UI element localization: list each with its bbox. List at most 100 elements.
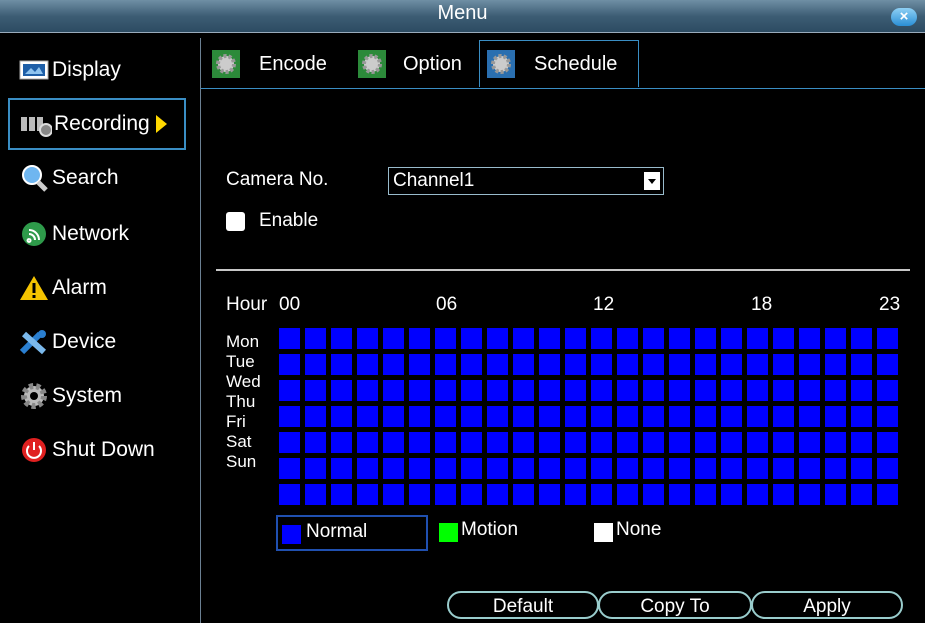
schedule-cell[interactable] [565, 432, 586, 453]
schedule-cell[interactable] [643, 328, 664, 349]
schedule-cell[interactable] [773, 406, 794, 427]
schedule-cell[interactable] [279, 484, 300, 505]
copy-to-button[interactable]: Copy To [598, 591, 752, 619]
camera-select[interactable]: Channel1 [388, 167, 664, 195]
schedule-cell[interactable] [591, 432, 612, 453]
schedule-cell[interactable] [877, 458, 898, 479]
schedule-cell[interactable] [695, 484, 716, 505]
sidebar-item-display[interactable]: Display [8, 46, 184, 94]
default-button[interactable]: Default [447, 591, 599, 619]
sidebar-item-system[interactable]: System [8, 372, 184, 420]
schedule-cell[interactable] [305, 484, 326, 505]
schedule-cell[interactable] [565, 484, 586, 505]
schedule-cell[interactable] [799, 432, 820, 453]
schedule-cell[interactable] [591, 328, 612, 349]
schedule-cell[interactable] [877, 406, 898, 427]
schedule-cell[interactable] [851, 406, 872, 427]
schedule-cell[interactable] [773, 328, 794, 349]
schedule-cell[interactable] [747, 458, 768, 479]
tab-option[interactable]: Option [351, 42, 479, 86]
schedule-cell[interactable] [409, 354, 430, 375]
schedule-cell[interactable] [747, 354, 768, 375]
schedule-cell[interactable] [331, 484, 352, 505]
schedule-cell[interactable] [773, 432, 794, 453]
sidebar-item-search[interactable]: Search [8, 154, 184, 202]
schedule-cell[interactable] [461, 458, 482, 479]
schedule-cell[interactable] [591, 458, 612, 479]
schedule-cell[interactable] [435, 484, 456, 505]
schedule-cell[interactable] [513, 328, 534, 349]
schedule-cell[interactable] [773, 458, 794, 479]
schedule-cell[interactable] [305, 432, 326, 453]
schedule-cell[interactable] [461, 432, 482, 453]
schedule-cell[interactable] [487, 406, 508, 427]
schedule-cell[interactable] [669, 406, 690, 427]
schedule-cell[interactable] [565, 354, 586, 375]
schedule-cell[interactable] [461, 380, 482, 401]
schedule-cell[interactable] [747, 328, 768, 349]
schedule-cell[interactable] [461, 354, 482, 375]
schedule-cell[interactable] [357, 432, 378, 453]
schedule-cell[interactable] [721, 328, 742, 349]
schedule-cell[interactable] [617, 432, 638, 453]
schedule-cell[interactable] [591, 380, 612, 401]
schedule-cell[interactable] [617, 406, 638, 427]
schedule-cell[interactable] [643, 484, 664, 505]
schedule-cell[interactable] [669, 380, 690, 401]
schedule-cell[interactable] [617, 354, 638, 375]
schedule-cell[interactable] [279, 406, 300, 427]
schedule-cell[interactable] [669, 484, 690, 505]
schedule-cell[interactable] [409, 328, 430, 349]
schedule-cell[interactable] [435, 354, 456, 375]
schedule-cell[interactable] [773, 380, 794, 401]
enable-checkbox[interactable] [226, 212, 245, 231]
schedule-cell[interactable] [305, 354, 326, 375]
schedule-cell[interactable] [513, 406, 534, 427]
schedule-cell[interactable] [825, 328, 846, 349]
schedule-cell[interactable] [747, 380, 768, 401]
schedule-cell[interactable] [721, 406, 742, 427]
schedule-cell[interactable] [851, 432, 872, 453]
schedule-cell[interactable] [721, 484, 742, 505]
schedule-cell[interactable] [409, 458, 430, 479]
sidebar-item-recording[interactable]: Recording [8, 98, 186, 150]
schedule-cell[interactable] [877, 354, 898, 375]
schedule-cell[interactable] [487, 380, 508, 401]
schedule-cell[interactable] [565, 328, 586, 349]
schedule-cell[interactable] [331, 328, 352, 349]
schedule-cell[interactable] [851, 354, 872, 375]
schedule-cell[interactable] [383, 432, 404, 453]
schedule-cell[interactable] [357, 380, 378, 401]
schedule-cell[interactable] [435, 328, 456, 349]
schedule-cell[interactable] [825, 380, 846, 401]
schedule-cell[interactable] [461, 406, 482, 427]
schedule-cell[interactable] [825, 406, 846, 427]
sidebar-item-network[interactable]: Network [8, 210, 184, 258]
schedule-cell[interactable] [331, 354, 352, 375]
schedule-cell[interactable] [565, 406, 586, 427]
schedule-cell[interactable] [409, 380, 430, 401]
sidebar-item-device[interactable]: Device [8, 318, 184, 366]
schedule-cell[interactable] [773, 354, 794, 375]
sidebar-item-shutdown[interactable]: Shut Down [8, 426, 184, 474]
schedule-cell[interactable] [279, 328, 300, 349]
schedule-cell[interactable] [721, 354, 742, 375]
schedule-cell[interactable] [513, 484, 534, 505]
schedule-cell[interactable] [695, 354, 716, 375]
schedule-cell[interactable] [617, 380, 638, 401]
schedule-cell[interactable] [487, 458, 508, 479]
legend-none[interactable]: None [590, 515, 738, 547]
schedule-cell[interactable] [695, 458, 716, 479]
schedule-cell[interactable] [773, 484, 794, 505]
schedule-cell[interactable] [409, 432, 430, 453]
schedule-cell[interactable] [565, 380, 586, 401]
schedule-cell[interactable] [851, 380, 872, 401]
schedule-cell[interactable] [643, 458, 664, 479]
schedule-cell[interactable] [279, 432, 300, 453]
schedule-cell[interactable] [539, 484, 560, 505]
schedule-cell[interactable] [747, 432, 768, 453]
schedule-cell[interactable] [331, 380, 352, 401]
schedule-cell[interactable] [357, 354, 378, 375]
schedule-cell[interactable] [539, 354, 560, 375]
schedule-cell[interactable] [305, 380, 326, 401]
